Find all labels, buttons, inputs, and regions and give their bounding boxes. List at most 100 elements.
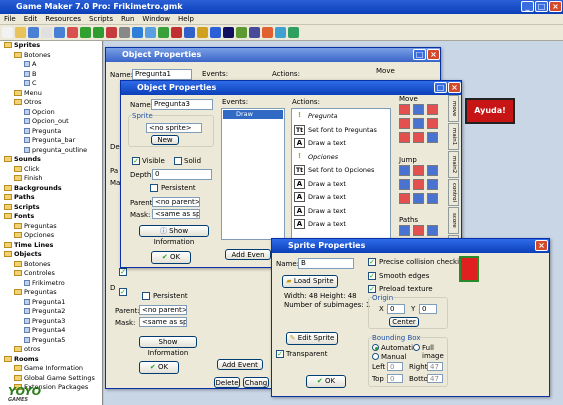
toolbar-button-11[interactable] — [132, 27, 143, 38]
tree-item[interactable]: Paths — [0, 193, 102, 203]
show-information-button[interactable]: ⓘ Show Information — [139, 225, 209, 246]
delete-button[interactable]: Delete — [214, 377, 240, 388]
show-information-button[interactable]: Show Information — [139, 336, 197, 357]
preload-texture-checkbox[interactable]: ✓ — [368, 285, 376, 293]
tab-move[interactable]: move — [448, 95, 459, 122]
transparent-checkbox[interactable]: ✓ — [276, 350, 284, 358]
precise-collision-checkbox[interactable]: ✓ — [368, 258, 376, 266]
events-list[interactable]: Draw — [221, 108, 285, 240]
tree-item[interactable]: Pregunta5 — [0, 336, 102, 346]
action-button[interactable] — [427, 104, 438, 115]
action-item[interactable]: Draw a text — [308, 180, 346, 188]
tree-item[interactable]: Preguntas — [0, 222, 102, 232]
tree-item[interactable]: Finish — [0, 174, 102, 184]
add-event-button[interactable]: Add Event — [217, 359, 263, 370]
action-item[interactable]: Draw a text — [308, 139, 346, 147]
change-button[interactable]: Chang — [243, 377, 269, 388]
tree-item[interactable]: Controles — [0, 269, 102, 279]
menu-edit[interactable]: Edit — [20, 14, 42, 24]
ok-button[interactable]: ✔ OK — [139, 361, 179, 374]
ok-button[interactable]: ✔ OK — [151, 251, 191, 264]
menu-resources[interactable]: Resources — [41, 14, 85, 24]
toolbar-button-10[interactable] — [119, 27, 130, 38]
manual-radio[interactable] — [372, 353, 379, 360]
action-button[interactable] — [399, 179, 410, 190]
persistent-checkbox[interactable] — [142, 292, 150, 300]
tree-item[interactable]: Backgrounds — [0, 184, 102, 194]
smooth-edges-checkbox[interactable]: ✓ — [368, 272, 376, 280]
toolbar-button-12[interactable] — [145, 27, 156, 38]
tab-main2[interactable]: main2 — [448, 151, 459, 178]
action-button[interactable] — [399, 132, 410, 143]
left-input[interactable]: 0 — [387, 362, 403, 371]
action-button[interactable] — [413, 225, 424, 236]
parent-select[interactable]: <no parent> — [152, 197, 200, 207]
tab-main1[interactable]: main1 — [448, 123, 459, 150]
toolbar-button-6[interactable] — [67, 27, 78, 38]
name-input[interactable]: Pregunta1 — [132, 69, 192, 80]
tree-item[interactable]: Rooms — [0, 355, 102, 365]
action-button[interactable] — [427, 225, 438, 236]
name-input[interactable]: B — [298, 258, 354, 269]
menu-scripts[interactable]: Scripts — [85, 14, 117, 24]
action-button[interactable] — [413, 132, 424, 143]
action-button[interactable] — [399, 165, 410, 176]
tree-item[interactable]: Preguntas — [0, 288, 102, 298]
action-button[interactable] — [427, 132, 438, 143]
action-item[interactable]: Set font to Opciones — [308, 166, 374, 174]
tree-item[interactable]: Click — [0, 165, 102, 175]
tree-item[interactable]: pregunta_outline — [0, 146, 102, 156]
visible-checkbox[interactable]: ✓ — [119, 268, 127, 276]
action-button[interactable] — [413, 118, 424, 129]
action-item[interactable]: Draw a text — [308, 207, 346, 215]
mask-select[interactable]: <same as sprite> — [152, 209, 200, 219]
origin-x-input[interactable]: 0 — [387, 304, 405, 314]
full-image-radio[interactable] — [413, 344, 420, 351]
close-button[interactable]: × — [549, 1, 562, 12]
ok-button[interactable]: ✔ OK — [306, 375, 346, 388]
event-draw[interactable]: Draw — [223, 110, 283, 119]
window-close-button[interactable]: × — [448, 82, 461, 93]
window-close-button[interactable]: × — [535, 240, 548, 251]
toolbar-button-18[interactable] — [223, 27, 234, 38]
toolbar-button-17[interactable] — [210, 27, 221, 38]
tree-item[interactable]: A — [0, 60, 102, 70]
right-input[interactable]: 47 — [427, 362, 443, 371]
action-button[interactable] — [399, 104, 410, 115]
tree-item[interactable]: Opciones — [0, 231, 102, 241]
window-maximize-button[interactable]: □ — [434, 82, 447, 93]
window-close-button[interactable]: × — [427, 49, 440, 60]
tab-control[interactable]: control — [448, 179, 459, 206]
action-item[interactable]: Draw a text — [308, 220, 346, 228]
name-input[interactable]: Pregunta3 — [151, 99, 213, 110]
tree-item[interactable]: Pregunta2 — [0, 307, 102, 317]
top-input[interactable]: 0 — [387, 374, 403, 383]
solid-checkbox[interactable]: ✓ — [119, 288, 127, 296]
new-sprite-button[interactable]: New — [151, 135, 179, 145]
action-button[interactable] — [413, 179, 424, 190]
toolbar-button-14[interactable] — [171, 27, 182, 38]
menu-file[interactable]: File — [0, 14, 20, 24]
toolbar-button-3[interactable] — [28, 27, 39, 38]
action-item[interactable]: Pregunta — [308, 112, 338, 120]
tree-item[interactable]: Game Information — [0, 364, 102, 374]
edit-sprite-button[interactable]: ✎ Edit Sprite — [286, 332, 338, 345]
toolbar-button-21[interactable] — [262, 27, 273, 38]
tree-item[interactable]: Pregunta1 — [0, 298, 102, 308]
maximize-button[interactable]: □ — [535, 1, 548, 12]
toolbar-button-16[interactable] — [197, 27, 208, 38]
tree-item[interactable]: Time Lines — [0, 241, 102, 251]
tree-item[interactable]: Otros — [0, 98, 102, 108]
window-maximize-button[interactable]: □ — [413, 49, 426, 60]
parent-select[interactable]: <no parent> — [139, 305, 187, 315]
menu-help[interactable]: Help — [174, 14, 198, 24]
mask-select[interactable]: <same as sprite> — [139, 317, 187, 327]
toolbar-button-4[interactable] — [41, 27, 52, 38]
bottom-input[interactable]: 47 — [427, 374, 443, 383]
tree-item[interactable]: Sounds — [0, 155, 102, 165]
toolbar-button-1[interactable] — [2, 27, 13, 38]
sprite-select[interactable]: <no sprite> — [146, 123, 202, 133]
tree-item[interactable]: Objects — [0, 250, 102, 260]
menu-window[interactable]: Window — [138, 14, 174, 24]
tree-item[interactable]: Fonts — [0, 212, 102, 222]
